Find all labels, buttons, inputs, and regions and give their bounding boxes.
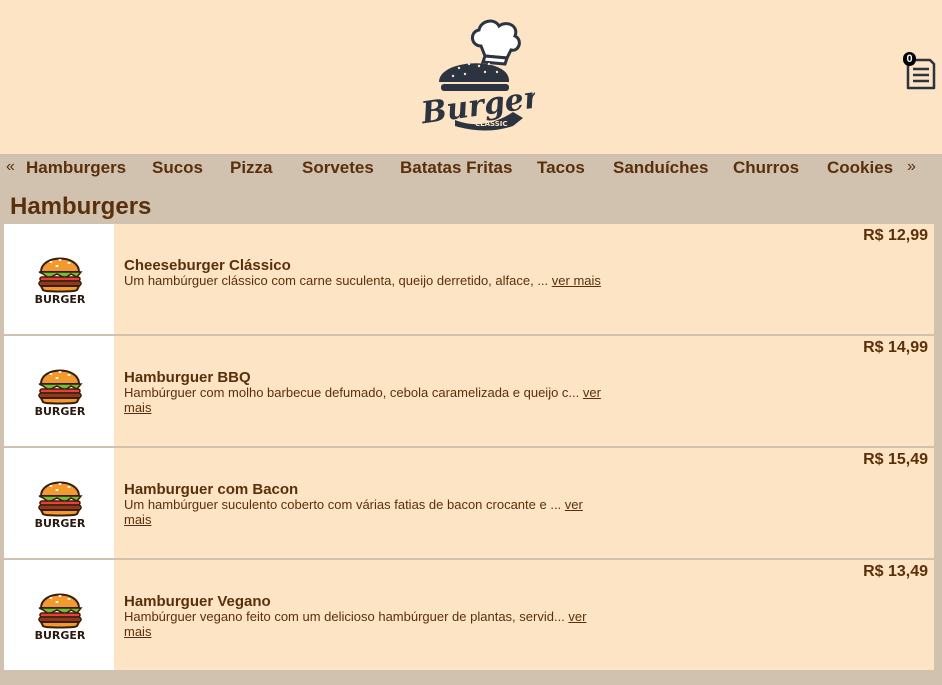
product-description-text: Um hambúrguer suculento coberto com vári… xyxy=(124,497,562,512)
product-description: Um hambúrguer suculento coberto com vári… xyxy=(124,497,604,527)
product-name: Cheeseburger Clássico xyxy=(124,257,291,274)
product-description-text: Hambúrguer com molho barbecue defumado, … xyxy=(124,385,580,400)
nav-item-sucos[interactable]: Sucos xyxy=(152,158,203,178)
burger-image-label: BURGER xyxy=(35,629,85,642)
product-card[interactable]: BURGER R$ 14,99 Hamburguer BBQ Hambúrgue… xyxy=(4,336,934,446)
nav-prev-arrow[interactable]: « xyxy=(6,158,15,176)
product-image: BURGER xyxy=(4,448,114,558)
product-price: R$ 13,49 xyxy=(863,563,928,580)
product-image: BURGER xyxy=(4,560,114,670)
cart-count-badge: 0 xyxy=(903,52,916,66)
burger-illustration-icon: BURGER xyxy=(35,593,85,642)
product-price: R$ 12,99 xyxy=(863,227,928,244)
nav-next-arrow[interactable]: » xyxy=(907,158,916,176)
product-card[interactable]: BURGER R$ 12,99 Cheeseburger Clássico Um… xyxy=(4,224,934,334)
nav-item-cookies[interactable]: Cookies xyxy=(827,158,893,178)
burger-illustration-icon: BURGER xyxy=(35,481,85,530)
product-image: BURGER xyxy=(4,224,114,334)
nav-item-churros[interactable]: Churros xyxy=(733,158,799,178)
burger-image-label: BURGER xyxy=(35,405,85,418)
product-card[interactable]: BURGER R$ 15,49 Hamburguer com Bacon Um … xyxy=(4,448,934,558)
category-nav: « Hamburgers Sucos Pizza Sorvetes Batata… xyxy=(0,154,942,182)
product-description: Um hambúrguer clássico com carne suculen… xyxy=(124,273,604,288)
burger-classic-logo[interactable]: Burger CLASSIC xyxy=(415,16,535,132)
nav-item-hamburgers[interactable]: Hamburgers xyxy=(26,158,126,178)
product-name: Hamburguer com Bacon xyxy=(124,481,299,498)
section-title: Hamburgers xyxy=(10,193,152,220)
product-price: R$ 15,49 xyxy=(863,451,928,468)
product-name: Hamburguer BBQ xyxy=(124,369,251,386)
product-price: R$ 14,99 xyxy=(863,339,928,356)
ver-mais-link[interactable]: ver mais xyxy=(552,273,601,288)
product-description-text: Hambúrguer vegano feito com um delicioso… xyxy=(124,609,565,624)
burger-illustration-icon: BURGER xyxy=(35,369,85,418)
product-name: Hamburguer Vegano xyxy=(124,593,271,610)
site-header: Burger CLASSIC 0 xyxy=(0,0,942,154)
nav-item-pizza[interactable]: Pizza xyxy=(230,158,273,178)
product-description-text: Um hambúrguer clássico com carne suculen… xyxy=(124,273,549,288)
product-image: BURGER xyxy=(4,336,114,446)
product-description: Hambúrguer com molho barbecue defumado, … xyxy=(124,385,604,415)
nav-item-tacos[interactable]: Tacos xyxy=(537,158,585,178)
product-card[interactable]: BURGER R$ 13,49 Hamburguer Vegano Hambúr… xyxy=(4,560,934,670)
burger-image-label: BURGER xyxy=(35,517,85,530)
product-description: Hambúrguer vegano feito com um delicioso… xyxy=(124,609,604,639)
nav-item-sanduiches[interactable]: Sanduíches xyxy=(613,158,708,178)
nav-item-batatas-fritas[interactable]: Batatas Fritas xyxy=(400,158,512,178)
order-receipt-button[interactable]: 0 xyxy=(902,52,936,92)
burger-image-label: BURGER xyxy=(35,293,85,306)
nav-item-sorvetes[interactable]: Sorvetes xyxy=(302,158,374,178)
logo-subtext: CLASSIC xyxy=(475,120,508,128)
burger-illustration-icon: BURGER xyxy=(35,257,85,306)
